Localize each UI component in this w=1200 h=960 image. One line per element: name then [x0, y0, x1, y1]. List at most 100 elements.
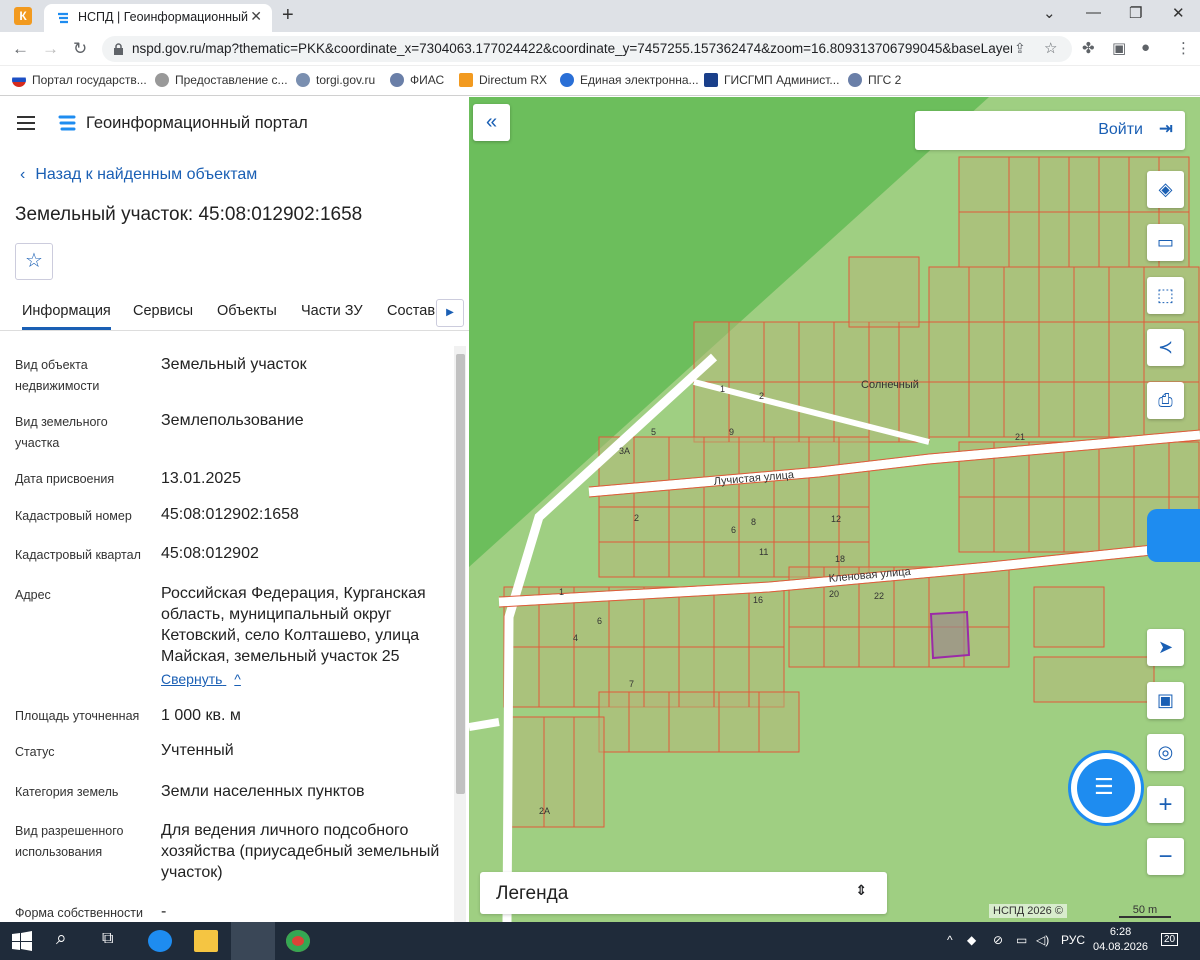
chevron-left-icon: ‹ — [20, 166, 26, 183]
menu-dots-icon[interactable]: ⋮ — [1176, 39, 1191, 57]
menu-icon[interactable] — [17, 116, 35, 130]
address-bar: ← → ↻ nspd.gov.ru/map?thematic=PKK&coord… — [0, 32, 1200, 66]
scrollbar-thumb[interactable] — [456, 354, 465, 794]
back-arrow-icon[interactable]: ← — [12, 39, 29, 59]
tab-services[interactable]: Сервисы — [133, 303, 193, 319]
chevron-up-icon: ^ — [234, 671, 241, 687]
legend-panel[interactable]: Легенда ⇕ — [480, 872, 887, 914]
tray-app-icon[interactable]: ◆ — [967, 933, 976, 947]
expand-icon: ⇕ — [855, 882, 867, 898]
plot-number: 16 — [753, 595, 763, 605]
minimize-icon[interactable]: — — [1086, 4, 1101, 21]
network-icon[interactable]: ▭ — [1016, 933, 1027, 947]
bookmark-item[interactable]: Предоставление с... — [155, 73, 288, 87]
tab-objects[interactable]: Объекты — [217, 303, 277, 319]
chat-icon: ☰ — [1094, 774, 1114, 799]
bookmark-item[interactable]: ФИАС — [390, 73, 444, 87]
bookmark-item[interactable]: ПГС 2 — [848, 73, 901, 87]
locality-label: Солнечный — [861, 379, 919, 391]
plot-number: 4 — [573, 633, 578, 643]
search-icon[interactable]: ⌕ — [56, 928, 80, 950]
bookmark-item[interactable]: Directum RX — [459, 73, 547, 87]
language-indicator[interactable]: РУС — [1061, 933, 1085, 947]
chat-button[interactable]: ☰ — [1077, 759, 1135, 817]
tab-composition[interactable]: Состав — [387, 303, 435, 319]
print-icon[interactable]: ⎙ — [1147, 382, 1184, 419]
locate-icon[interactable]: ◎ — [1147, 734, 1184, 771]
plot-number: 2 — [634, 513, 639, 523]
browser-tabbar: К НСПД | Геоинформационный п ✕ + ⌄ — ❐ ✕ — [0, 0, 1200, 32]
portal-title: Геоинформационный портал — [86, 114, 308, 132]
reload-icon[interactable]: ↻ — [73, 39, 87, 59]
select-area-icon[interactable]: ⬚ — [1147, 277, 1184, 314]
profile-icon[interactable]: ● — [1141, 39, 1150, 56]
zoom-in-button[interactable]: + — [1147, 786, 1184, 823]
url-text: nspd.gov.ru/map?thematic=PKK&coordinate_… — [132, 41, 1012, 56]
ruler-icon[interactable]: ▭ — [1147, 224, 1184, 261]
tab-close-icon[interactable]: ✕ — [250, 8, 262, 25]
notifications-icon[interactable]: 20 — [1161, 933, 1179, 946]
browser-tab[interactable]: НСПД | Геоинформационный п ✕ — [44, 4, 272, 32]
collapse-panel-button[interactable]: « — [473, 104, 510, 141]
map-scale: 50 m — [1119, 904, 1171, 918]
login-button[interactable]: Войти ⇥ — [915, 111, 1185, 150]
map-view[interactable]: Лучистая улица Кленовая улица Солнечный … — [469, 97, 1200, 922]
tray-vpn-icon[interactable]: ⊘ — [993, 933, 1003, 947]
volume-icon[interactable]: ◁) — [1036, 933, 1049, 947]
feedback-tab-icon[interactable] — [1147, 509, 1200, 562]
bookmark-star-icon[interactable]: ☆ — [1044, 39, 1057, 57]
new-tab-icon[interactable]: + — [282, 4, 294, 27]
plot-number: 8 — [751, 517, 756, 527]
plot-number: 22 — [874, 591, 884, 601]
chrome-icon[interactable] — [286, 930, 310, 952]
selected-plot[interactable] — [929, 610, 971, 660]
plot-number: 18 — [835, 554, 845, 564]
plot-number: 20 — [829, 589, 839, 599]
plot-number: 1 — [559, 587, 564, 597]
share-link-icon[interactable]: ≺ — [1147, 329, 1184, 366]
explorer-icon[interactable] — [194, 930, 218, 952]
collapse-link[interactable]: Свернуть ^ — [161, 671, 241, 687]
app-favicon-icon[interactable]: К — [14, 7, 32, 25]
tabs: Информация Сервисы Объекты Части ЗУ Сост… — [0, 291, 469, 331]
edge-icon[interactable] — [148, 930, 172, 952]
forward-arrow-icon[interactable]: → — [42, 39, 59, 59]
bookmark-item[interactable]: Единая электронна... — [560, 73, 699, 87]
map-attribution: НСПД 2026 © — [989, 904, 1067, 918]
tabs-next-button[interactable]: ▶ — [436, 299, 464, 327]
plot-number: 2 — [759, 391, 764, 401]
clock[interactable]: 6:28 04.08.2026 — [1093, 925, 1148, 955]
back-to-results-link[interactable]: ‹ Назад к найденным объектам — [20, 166, 257, 184]
nspd-logo-icon — [58, 12, 68, 24]
favorite-star-button[interactable]: ☆ — [15, 243, 53, 280]
bookmark-item[interactable]: torgi.gov.ru — [296, 73, 375, 87]
plot-number: 5 — [651, 427, 656, 437]
navigate-icon[interactable]: ➤ — [1147, 629, 1184, 666]
active-app-icon[interactable] — [231, 922, 275, 960]
plot-number: 1 — [720, 384, 725, 394]
windows-taskbar: ⌕ ⧉ ^ ◆ ⊘ ▭ ◁) РУС 6:28 04.08.2026 20 — [0, 922, 1200, 960]
scrollbar[interactable] — [454, 346, 466, 922]
tab-info[interactable]: Информация — [22, 303, 111, 330]
plot-number: 9 — [729, 427, 734, 437]
plot-number: 11 — [759, 547, 768, 557]
sidepanel-icon[interactable]: ▣ — [1112, 39, 1126, 57]
layers-icon[interactable]: ◈ — [1147, 171, 1184, 208]
zoom-out-button[interactable]: − — [1147, 838, 1184, 875]
bookmark-item[interactable]: Портал государств... — [12, 73, 147, 87]
extensions-icon[interactable]: ✤ — [1082, 39, 1095, 57]
omnibox[interactable]: nspd.gov.ru/map?thematic=PKK&coordinate_… — [102, 36, 1072, 62]
windows-start-icon[interactable] — [12, 931, 32, 951]
plot-number: 7 — [629, 679, 634, 689]
close-window-icon[interactable]: ✕ — [1172, 4, 1185, 22]
plot-number: 3А — [619, 446, 630, 456]
tab-search-icon[interactable]: ⌄ — [1043, 4, 1056, 22]
tray-chevron-icon[interactable]: ^ — [947, 933, 953, 947]
minimap-icon[interactable]: ▣ — [1147, 682, 1184, 719]
task-view-icon[interactable]: ⧉ — [102, 930, 126, 952]
info-panel: Геоинформационный портал ‹ Назад к найден… — [0, 97, 469, 922]
tab-parts[interactable]: Части ЗУ — [301, 303, 363, 319]
share-icon[interactable]: ⇪ — [1014, 40, 1026, 57]
maximize-icon[interactable]: ❐ — [1129, 4, 1142, 22]
bookmark-item[interactable]: ГИСГМП Админист... — [704, 73, 839, 87]
